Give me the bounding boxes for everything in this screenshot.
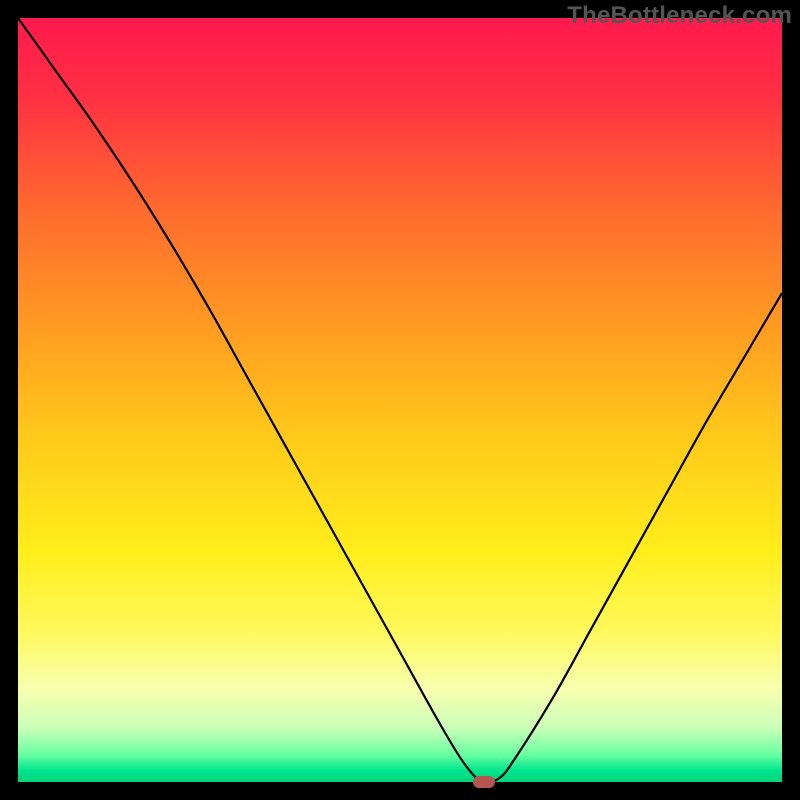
optimal-point-marker [473,776,495,788]
chart-stage: TheBottleneck.com [0,0,800,800]
plot-area [18,18,782,782]
watermark-text: TheBottleneck.com [567,2,792,30]
bottleneck-curve [18,18,782,782]
